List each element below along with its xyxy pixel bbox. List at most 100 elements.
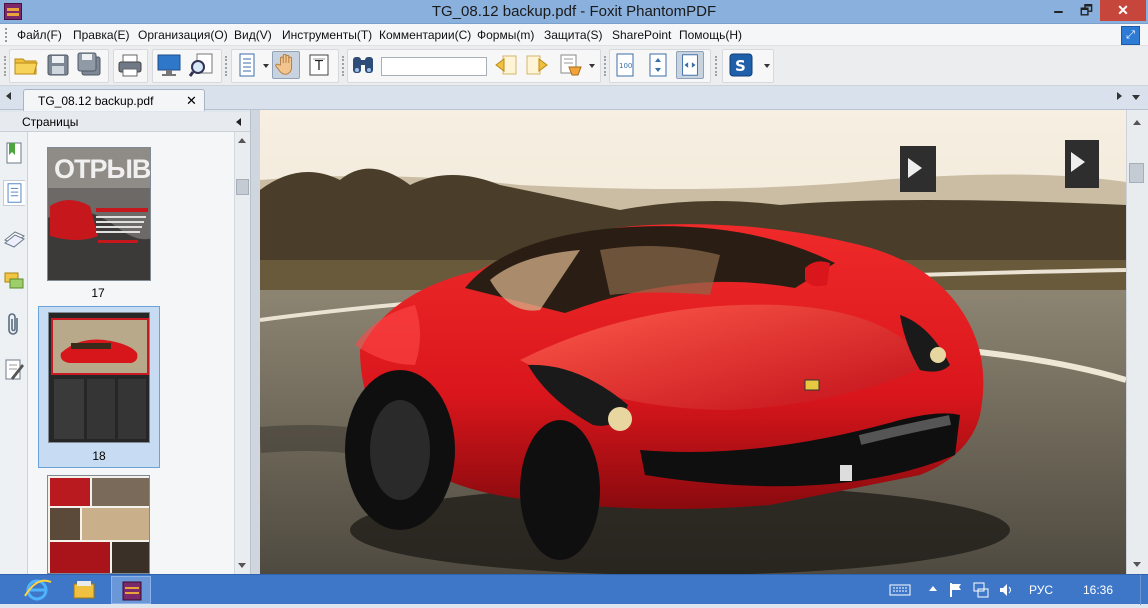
menu-forms[interactable]: Формы(m)	[477, 28, 534, 42]
menu-edit[interactable]: Правка(E)	[73, 28, 130, 42]
menu-comments[interactable]: Комментарии(C)	[379, 28, 471, 42]
screen-icon[interactable]	[155, 51, 183, 79]
comments-icon[interactable]	[3, 268, 25, 294]
restore-button[interactable]: 🗗	[1073, 0, 1100, 21]
menu-tools[interactable]: Инструменты(T)	[282, 28, 372, 42]
taskbar-foxit[interactable]	[111, 576, 151, 604]
restore-icon: 🗗	[1079, 2, 1094, 18]
show-hidden-icons-icon[interactable]	[929, 586, 937, 591]
fit-width-icon[interactable]	[676, 51, 704, 79]
file-explorer-icon	[73, 581, 95, 599]
toolbar-grip-2[interactable]	[225, 56, 228, 76]
svg-text:T: T	[314, 59, 323, 74]
keyboard-icon[interactable]	[889, 584, 911, 596]
menu-view[interactable]: Вид(V)	[234, 28, 272, 42]
find-binoculars-icon[interactable]	[349, 51, 377, 79]
pdf-page-photo	[260, 110, 1126, 574]
next-result-icon[interactable]	[523, 51, 551, 79]
expand-ribbon-button[interactable]: ⤢	[1121, 26, 1140, 45]
menu-help[interactable]: Помощь(H)	[679, 28, 742, 42]
taskbar-explorer[interactable]	[64, 576, 104, 604]
open-icon[interactable]	[12, 51, 40, 79]
page-thumbnail-19[interactable]	[47, 475, 150, 574]
navigation-icons-bar	[0, 132, 28, 574]
tab-document-label: TG_08.12 backup.pdf	[38, 94, 154, 108]
minimize-button[interactable]: 🗕	[1045, 0, 1072, 21]
foxit-taskbar-icon	[122, 581, 142, 601]
toolbar-grip[interactable]	[4, 56, 7, 76]
actual-size-icon[interactable]: 100	[611, 51, 639, 79]
hand-tool-icon[interactable]	[272, 51, 300, 79]
layers-icon[interactable]	[3, 224, 25, 250]
document-view[interactable]	[260, 110, 1126, 574]
input-language[interactable]: РУС	[1029, 583, 1053, 597]
minimize-icon: 🗕	[1053, 2, 1064, 18]
page-17-cover-title: ОТРЫВ	[54, 154, 151, 184]
internet-explorer-icon	[24, 579, 52, 601]
svg-text:100: 100	[619, 62, 632, 70]
show-desktop-button[interactable]	[1140, 575, 1148, 605]
tab-scroll-right-icon[interactable]	[1117, 92, 1122, 100]
taskbar-ie[interactable]	[17, 576, 57, 604]
close-button[interactable]: ✕	[1100, 0, 1146, 21]
text-select-icon[interactable]: T	[305, 51, 333, 79]
tab-list-dropdown-icon[interactable]	[1132, 95, 1140, 100]
tab-scroll-left-icon[interactable]	[6, 92, 11, 100]
page-view-dropdown-icon[interactable]	[263, 64, 269, 68]
page-thumbnail-18[interactable]	[48, 312, 150, 443]
doc-scroll-thumb[interactable]	[1129, 163, 1144, 183]
title-bar: TG_08.12 backup.pdf - Foxit PhantomPDF 🗕…	[0, 0, 1148, 24]
page-18-image	[49, 313, 149, 442]
sharepoint-icon[interactable]: S	[728, 51, 756, 79]
page-thumbnail-18-selection[interactable]: 18	[38, 306, 160, 468]
pages-thumbnails-icon[interactable]	[3, 180, 25, 206]
panel-splitter[interactable]	[250, 110, 260, 574]
save-icon[interactable]	[44, 51, 72, 79]
clock-time[interactable]: 16:36	[1083, 583, 1113, 597]
tab-close-icon[interactable]: ✕	[186, 93, 197, 109]
save-all-icon[interactable]	[76, 51, 104, 79]
doc-scroll-down-icon[interactable]	[1133, 562, 1141, 567]
search-input[interactable]	[381, 57, 487, 76]
sharepoint-dropdown-icon[interactable]	[764, 64, 770, 68]
toolbar-grip-3[interactable]	[342, 56, 345, 76]
expand-icon: ⤢	[1126, 29, 1135, 41]
doc-scroll-up-icon[interactable]	[1133, 120, 1141, 125]
bookmarks-icon[interactable]	[3, 140, 25, 166]
menu-file[interactable]: Файл(F)	[17, 28, 62, 42]
attachments-icon[interactable]	[3, 312, 25, 338]
thumbs-scroll-thumb[interactable]	[236, 179, 249, 195]
pages-panel-title: Страницы	[22, 115, 79, 129]
prev-result-icon[interactable]	[492, 51, 520, 79]
menu-protect[interactable]: Защита(S)	[544, 28, 603, 42]
menu-sharepoint[interactable]: SharePoint	[612, 28, 671, 42]
document-scrollbar[interactable]	[1126, 110, 1148, 574]
close-icon: ✕	[1117, 2, 1129, 18]
action-center-flag-icon[interactable]	[948, 582, 964, 598]
thumbnails-scrollbar[interactable]	[234, 132, 250, 574]
tab-document[interactable]: TG_08.12 backup.pdf ✕	[23, 89, 205, 111]
clear-highlight-icon[interactable]	[557, 51, 585, 79]
menu-grip[interactable]	[5, 28, 8, 42]
window-title: TG_08.12 backup.pdf - Foxit PhantomPDF	[431, 3, 717, 20]
tab-strip: TG_08.12 backup.pdf ✕	[0, 86, 1148, 111]
network-icon[interactable]	[972, 581, 990, 599]
thumbs-scroll-down-icon[interactable]	[238, 563, 246, 568]
thumbs-scroll-up-icon[interactable]	[238, 138, 246, 143]
page-view-icon[interactable]	[233, 51, 261, 79]
windows-taskbar: РУС 16:36	[0, 574, 1148, 605]
print-icon[interactable]	[116, 51, 144, 79]
toolbar-grip-5[interactable]	[715, 56, 718, 76]
volume-icon[interactable]	[998, 582, 1014, 598]
menu-bar: Файл(F) Правка(E) Организация(O) Вид(V) …	[0, 24, 1148, 46]
toolbar: T 100 S	[0, 46, 1148, 86]
page-thumbnail-17[interactable]: ОТРЫВ	[47, 147, 151, 281]
fit-page-icon[interactable]	[644, 51, 672, 79]
zoom-lens-icon[interactable]	[188, 51, 216, 79]
menu-organize[interactable]: Организация(O)	[138, 28, 228, 42]
toolbar-grip-4[interactable]	[604, 56, 607, 76]
collapse-panel-icon[interactable]	[236, 118, 241, 126]
highlight-dropdown-icon[interactable]	[589, 64, 595, 68]
signatures-icon[interactable]	[3, 356, 25, 382]
page-number-18: 18	[92, 449, 106, 463]
